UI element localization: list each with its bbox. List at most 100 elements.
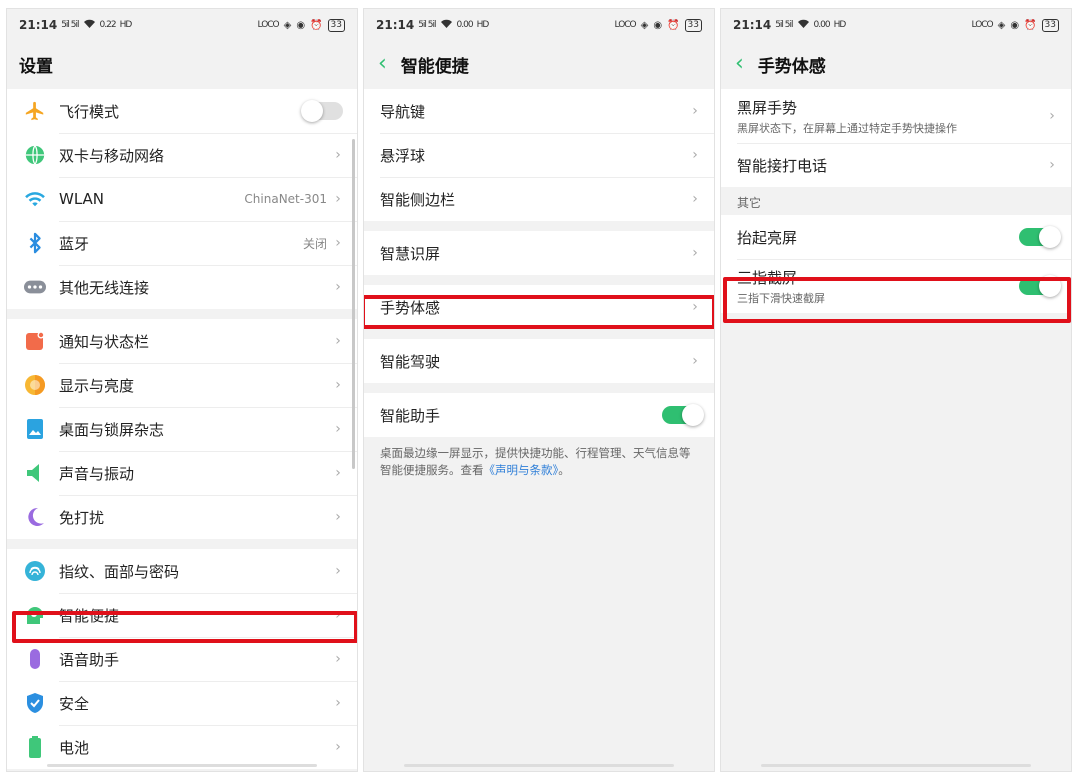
settings-group-system: 指纹、面部与密码 › 智能便捷 › 语音助手 › 安全 › 电池 › <box>7 549 357 769</box>
settings-group-gestures: 黑屏手势 黑屏状态下，在屏幕上通过特定手势快捷操作 › 智能接打电话 › <box>721 89 1071 187</box>
settings-item-label: 飞行模式 <box>59 102 120 121</box>
settings-item-display[interactable]: 显示与亮度 › <box>7 363 357 407</box>
alarm-icon: ⏰ <box>310 19 323 31</box>
location-icon: ◉ <box>1010 19 1020 31</box>
moon-icon <box>23 505 47 529</box>
settings-item-assistant[interactable]: 智能助手 <box>364 393 714 437</box>
scrollbar[interactable] <box>352 139 355 469</box>
terms-link[interactable]: 《声明与条款》 <box>484 463 559 477</box>
chevron-right-icon: › <box>335 377 341 393</box>
hd-icon: HD <box>119 20 133 30</box>
wifi-status-icon <box>797 18 810 32</box>
settings-item-voice[interactable]: 语音助手 › <box>7 637 357 681</box>
speed-readout: 0.22 <box>99 20 117 30</box>
settings-item-sidebar[interactable]: 智能侧边栏 › <box>364 177 714 221</box>
chevron-right-icon: › <box>335 421 341 437</box>
airplane-toggle[interactable] <box>301 100 343 122</box>
settings-item-other-wireless[interactable]: 其他无线连接 › <box>7 265 357 309</box>
chevron-right-icon: › <box>335 235 341 251</box>
settings-item-airplane[interactable]: 飞行模式 <box>7 89 357 133</box>
back-arrow-icon[interactable]: ‹ <box>735 53 744 75</box>
settings-item-label: 双卡与移动网络 <box>59 146 165 165</box>
status-bar: 21:14 5il 5il 0.22 HD LOCO ◈ ◉ ⏰ 33 <box>7 9 357 41</box>
page-title: 手势体感 <box>757 56 826 77</box>
section-header-other: 其它 <box>737 196 762 210</box>
settings-item-label: 其他无线连接 <box>59 278 150 297</box>
wlan-network-name: ChinaNet-301 <box>244 192 327 206</box>
notification-icon <box>23 329 47 353</box>
settings-item-label: 智能驾驶 <box>380 352 441 371</box>
settings-item-label: 智能侧边栏 <box>380 190 456 209</box>
settings-item-label: 智能接打电话 <box>737 156 828 175</box>
settings-group-display: 通知与状态栏 › 显示与亮度 › 桌面与锁屏杂志 › 声音与振动 › 免打扰 › <box>7 319 357 539</box>
status-time: 21:14 <box>19 18 58 32</box>
loc-icon: LOCO <box>257 20 280 30</box>
settings-item-wallpaper[interactable]: 桌面与锁屏杂志 › <box>7 407 357 451</box>
settings-item-black-screen-gesture[interactable]: 黑屏手势 黑屏状态下，在屏幕上通过特定手势快捷操作 › <box>721 89 1071 143</box>
settings-item-label: 安全 <box>59 694 90 713</box>
settings-item-label: 桌面与锁屏杂志 <box>59 420 165 439</box>
back-arrow-icon[interactable]: ‹ <box>378 53 387 75</box>
settings-item-raise-to-wake[interactable]: 抬起亮屏 <box>721 215 1071 259</box>
settings-item-smart-call[interactable]: 智能接打电话 › <box>721 143 1071 187</box>
speed-readout: 0.00 <box>813 20 831 30</box>
chevron-right-icon: › <box>335 147 341 163</box>
assistant-description: 桌面最边缘一屏显示，提供快捷功能、行程管理、天气信息等智能便捷服务。查看《声明与… <box>364 437 714 487</box>
settings-item-smart[interactable]: 智能便捷 › <box>7 593 357 637</box>
chevron-right-icon: › <box>335 465 341 481</box>
chevron-right-icon: › <box>692 191 698 207</box>
settings-item-gesture[interactable]: 手势体感 › <box>364 285 714 329</box>
shield-icon <box>23 691 47 715</box>
settings-item-bluetooth[interactable]: 蓝牙 关闭 › <box>7 221 357 265</box>
settings-item-battery[interactable]: 电池 › <box>7 725 357 769</box>
settings-item-nav-keys[interactable]: 导航键 › <box>364 89 714 133</box>
settings-item-security[interactable]: 安全 › <box>7 681 357 725</box>
settings-item-label: 显示与亮度 <box>59 376 135 395</box>
chevron-right-icon: › <box>1049 157 1055 173</box>
chevron-right-icon: › <box>692 147 698 163</box>
alarm-icon: ⏰ <box>667 19 680 31</box>
assistant-toggle[interactable] <box>662 404 704 426</box>
wifi-status-icon <box>83 18 96 32</box>
settings-item-label: 手势体感 <box>380 298 441 317</box>
settings-item-dnd[interactable]: 免打扰 › <box>7 495 357 539</box>
settings-item-dual-sim[interactable]: 双卡与移动网络 › <box>7 133 357 177</box>
airplane-icon <box>23 99 47 123</box>
page-title: 设置 <box>19 56 53 77</box>
three-finger-toggle[interactable] <box>1019 275 1061 297</box>
settings-item-label: 语音助手 <box>59 650 120 669</box>
signal-icon: 5il 5il <box>61 20 79 30</box>
chevron-right-icon: › <box>692 299 698 315</box>
settings-group-other: 抬起亮屏 三指截屏 三指下滑快速截屏 <box>721 215 1071 313</box>
chevron-right-icon: › <box>335 651 341 667</box>
settings-item-label: 声音与振动 <box>59 464 135 483</box>
gesture-screen: 21:14 5il 5il 0.00 HD LOCO ◈ ◉ ⏰ 33 ‹ 手势… <box>720 8 1072 772</box>
settings-item-label: 蓝牙 <box>59 234 90 253</box>
settings-item-notifications[interactable]: 通知与状态栏 › <box>7 319 357 363</box>
settings-item-label: 智能便捷 <box>59 606 120 625</box>
raise-to-wake-toggle[interactable] <box>1019 226 1061 248</box>
chevron-right-icon: › <box>692 103 698 119</box>
settings-item-label: 通知与状态栏 <box>59 332 150 351</box>
settings-item-sound[interactable]: 声音与振动 › <box>7 451 357 495</box>
smart-convenience-screen: 21:14 5il 5il 0.00 HD LOCO ◈ ◉ ⏰ 33 ‹ 智能… <box>363 8 715 772</box>
vibrate-icon: ◈ <box>997 19 1006 31</box>
settings-item-driving[interactable]: 智能驾驶 › <box>364 339 714 383</box>
settings-group-connectivity: 飞行模式 双卡与移动网络 › WLAN ChinaNet-301 › 蓝牙 关闭… <box>7 89 357 309</box>
settings-item-three-finger-screenshot[interactable]: 三指截屏 三指下滑快速截屏 <box>721 259 1071 313</box>
title-bar: ‹ 手势体感 <box>721 41 1071 87</box>
settings-item-fingerprint[interactable]: 指纹、面部与密码 › <box>7 549 357 593</box>
settings-item-wlan[interactable]: WLAN ChinaNet-301 › <box>7 177 357 221</box>
loc-icon: LOCO <box>971 20 994 30</box>
battery-status-icon: 33 <box>684 18 702 32</box>
settings-item-float-ball[interactable]: 悬浮球 › <box>364 133 714 177</box>
settings-item-screen-recognition[interactable]: 智慧识屏 › <box>364 231 714 275</box>
chevron-right-icon: › <box>692 245 698 261</box>
page-title: 智能便捷 <box>400 56 469 77</box>
settings-item-label: 黑屏手势 <box>737 98 798 117</box>
settings-item-label: 智慧识屏 <box>380 244 441 263</box>
chevron-right-icon: › <box>1049 108 1055 124</box>
settings-item-label: 指纹、面部与密码 <box>59 562 180 581</box>
chevron-right-icon: › <box>335 695 341 711</box>
status-bar: 21:14 5il 5il 0.00 HD LOCO ◈ ◉ ⏰ 33 <box>721 9 1071 41</box>
